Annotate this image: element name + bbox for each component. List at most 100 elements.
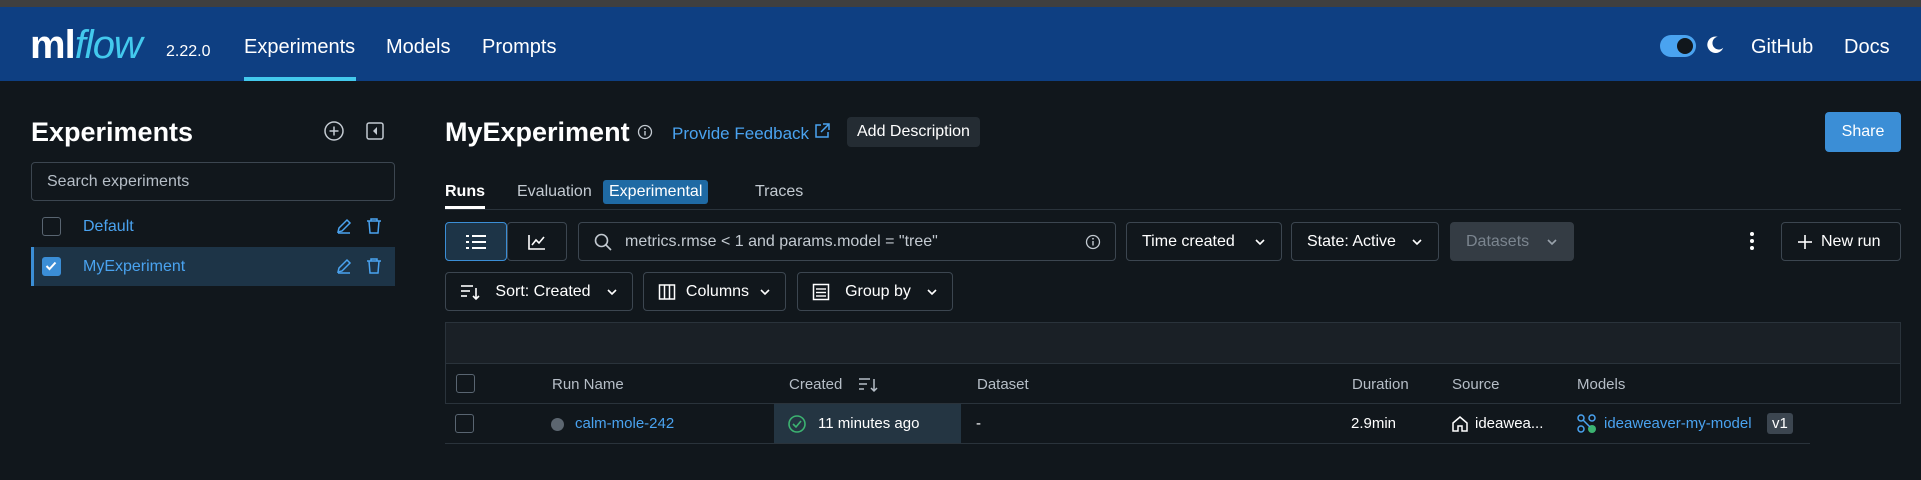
chevron-down-icon [607,288,617,295]
experiment-item-myexperiment[interactable]: MyExperiment [31,247,395,286]
nav-experiments[interactable]: Experiments [244,36,355,59]
chevron-down-icon [1255,238,1265,245]
tab-runs[interactable]: Runs [445,183,485,201]
logo-flow-text: flow [74,23,143,67]
search-experiments-input[interactable]: Search experiments [31,162,395,201]
nav-prompts[interactable]: Prompts [482,36,556,59]
add-description-button[interactable]: Add Description [847,117,980,147]
col-models[interactable]: Models [1577,376,1625,393]
provide-feedback-link[interactable]: Provide Feedback [672,124,809,144]
list-view-button[interactable] [445,222,507,261]
dark-mode-toggle[interactable] [1660,35,1696,57]
model-version-badge[interactable]: v1 [1767,413,1793,434]
mlflow-logo[interactable]: ml flow [30,23,143,67]
tab-evaluation[interactable]: Evaluation [517,183,592,201]
moon-icon [1707,36,1724,53]
columns-dropdown[interactable]: Columns [643,272,786,311]
new-run-button[interactable]: New run [1781,222,1901,261]
toggle-knob [1677,38,1693,54]
version-label: 2.22.0 [166,43,211,60]
table-row[interactable]: calm-mole-242 11 minutes ago - 2.9min id… [445,404,1810,444]
share-button[interactable]: Share [1825,112,1901,152]
table-group-header [445,322,1901,363]
model-icon [1577,414,1596,433]
checkmark-icon [45,261,57,271]
datasets-dropdown[interactable]: Datasets [1450,222,1574,261]
sort-label: Sort: Created [495,282,591,300]
col-source[interactable]: Source [1452,376,1500,393]
logo-ml-text: ml [30,23,76,67]
more-options-icon[interactable] [1740,228,1764,254]
state-label: State: Active [1307,232,1396,250]
columns-icon [658,283,676,300]
col-dataset[interactable]: Dataset [977,376,1029,393]
search-experiments-placeholder: Search experiments [47,172,190,190]
active-nav-indicator [244,77,356,81]
created-time: 11 minutes ago [818,415,920,432]
docs-link[interactable]: Docs [1844,36,1890,59]
state-dropdown[interactable]: State: Active [1291,222,1439,261]
run-name-link[interactable]: calm-mole-242 [575,415,674,432]
group-by-label: Group by [845,282,911,300]
home-icon [1452,416,1468,432]
chart-line-icon [528,234,545,250]
experiment-label[interactable]: MyExperiment [83,258,185,276]
time-created-label: Time created [1142,232,1235,250]
plus-icon [1798,234,1812,249]
dataset-value: - [976,415,981,432]
add-experiment-button[interactable] [322,119,346,143]
experimental-badge: Experimental [603,180,709,204]
columns-label: Columns [685,282,750,300]
runs-search-query: metrics.rmse < 1 and params.model = "tre… [625,232,938,250]
chevron-down-icon [1412,238,1422,245]
search-icon [594,233,612,251]
col-created[interactable]: Created [789,376,842,393]
active-tab-indicator [445,206,485,209]
source-value[interactable]: ideawea... [1475,415,1543,432]
group-by-dropdown[interactable]: Group by [797,272,953,311]
tabs-divider [445,209,1901,210]
page-title: MyExperiment [445,117,630,147]
chevron-down-icon [1547,238,1557,245]
experiment-item-default[interactable]: Default [31,207,395,246]
check-circle-icon [788,415,806,433]
sort-icon [461,284,480,300]
edit-pencil-icon[interactable] [335,257,353,275]
experiment-label[interactable]: Default [83,218,134,236]
datasets-label: Datasets [1466,232,1530,250]
plus-circle-icon [324,121,344,141]
info-icon[interactable] [1085,234,1101,250]
github-link[interactable]: GitHub [1751,36,1813,59]
nav-models[interactable]: Models [386,36,450,59]
created-cell: 11 minutes ago [774,404,961,443]
sort-dropdown[interactable]: Sort: Created [445,272,633,311]
duration-value: 2.9min [1351,415,1397,432]
collapse-sidebar-button[interactable] [363,119,387,143]
experiment-checkbox-checked[interactable] [42,257,61,276]
row-checkbox[interactable] [455,414,474,433]
model-link[interactable]: ideaweaver-my-model [1604,415,1752,432]
chevron-down-icon [927,288,937,295]
new-run-label: New run [1821,232,1881,250]
top-navbar: ml flow 2.22.0 Experiments Models Prompts… [0,7,1921,81]
tab-traces[interactable]: Traces [755,183,803,201]
list-icon [466,234,486,249]
col-duration[interactable]: Duration [1352,376,1409,393]
window-top-strip [0,0,1921,7]
trash-icon[interactable] [365,217,383,235]
experiment-checkbox[interactable] [42,217,61,236]
trash-icon[interactable] [365,257,383,275]
chart-view-button[interactable] [507,222,567,261]
collapse-sidebar-icon [366,122,384,140]
edit-pencil-icon[interactable] [335,217,353,235]
group-by-icon [812,283,830,300]
select-all-checkbox[interactable] [456,374,475,393]
time-created-dropdown[interactable]: Time created [1126,222,1282,261]
external-link-icon[interactable] [813,122,831,140]
sidebar-title: Experiments [31,117,194,147]
run-status-dot [551,418,564,431]
sort-descending-icon[interactable] [858,376,878,393]
col-run-name[interactable]: Run Name [552,376,624,393]
runs-search-input[interactable]: metrics.rmse < 1 and params.model = "tre… [578,222,1116,261]
info-icon[interactable] [637,124,653,140]
